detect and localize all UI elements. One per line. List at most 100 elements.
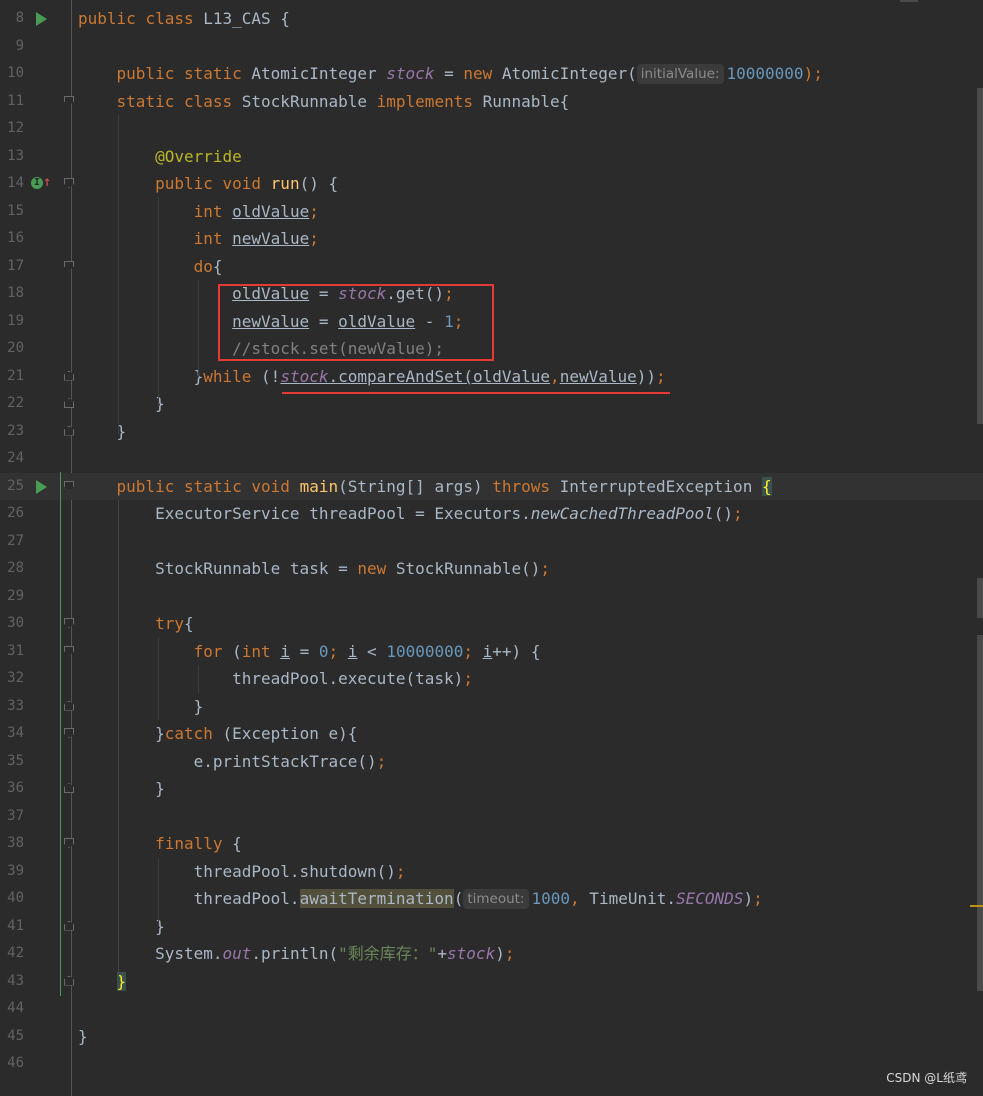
fold-icon[interactable]: [64, 783, 74, 793]
line-number[interactable]: 29: [0, 583, 24, 611]
line-number[interactable]: 36: [0, 775, 24, 803]
fold-icon[interactable]: [64, 95, 74, 106]
code-text[interactable]: }catch (Exception e){: [78, 720, 357, 748]
code-text[interactable]: }: [78, 1023, 88, 1051]
code-line[interactable]: 29: [0, 583, 983, 611]
code-line[interactable]: 40 threadPool.awaitTermination(timeout: 1…: [0, 885, 983, 913]
line-number[interactable]: 8: [0, 5, 24, 33]
line-number[interactable]: 21: [0, 363, 24, 391]
fold-icon[interactable]: [64, 480, 74, 491]
code-line[interactable]: 14 I ↑ public void run() {: [0, 170, 983, 198]
code-line[interactable]: 10 public static AtomicInteger stock = n…: [0, 60, 983, 88]
scrollbar-segment[interactable]: [977, 635, 983, 991]
code-text[interactable]: public static void main(String[] args) t…: [78, 473, 772, 501]
line-number[interactable]: 44: [0, 995, 24, 1023]
code-line[interactable]: 44: [0, 995, 983, 1023]
code-text[interactable]: threadPool.awaitTermination(timeout: 1000…: [78, 885, 763, 913]
line-number[interactable]: 27: [0, 528, 24, 556]
fold-icon[interactable]: [64, 920, 74, 931]
line-number[interactable]: 28: [0, 555, 24, 583]
line-number[interactable]: 46: [0, 1050, 24, 1078]
code-text[interactable]: public class L13_CAS {: [78, 5, 290, 33]
code-text[interactable]: @Override: [78, 143, 242, 171]
line-number[interactable]: 24: [0, 445, 24, 473]
code-line[interactable]: 23 }: [0, 418, 983, 446]
implements-icon[interactable]: I: [31, 177, 43, 189]
line-number[interactable]: 25: [0, 473, 24, 501]
line-number[interactable]: 31: [0, 638, 24, 666]
line-number[interactable]: 18: [0, 280, 24, 308]
line-number[interactable]: 40: [0, 885, 24, 913]
code-line[interactable]: 24: [0, 445, 983, 473]
fold-icon[interactable]: [64, 838, 74, 848]
code-text[interactable]: }while (!stock.compareAndSet(oldValue,ne…: [78, 363, 666, 391]
run-icon[interactable]: [36, 12, 47, 26]
code-line[interactable]: 38 finally {: [0, 830, 983, 858]
code-text[interactable]: }: [78, 693, 204, 721]
fold-icon[interactable]: [64, 260, 74, 271]
code-text[interactable]: threadPool.execute(task);: [78, 665, 473, 693]
code-text[interactable]: }: [78, 390, 165, 418]
code-line[interactable]: 28 StockRunnable task = new StockRunnabl…: [0, 555, 983, 583]
line-number[interactable]: 12: [0, 115, 24, 143]
code-text[interactable]: static class StockRunnable implements Ru…: [78, 88, 570, 116]
line-number[interactable]: 26: [0, 500, 24, 528]
code-line[interactable]: 37: [0, 803, 983, 831]
code-line[interactable]: 45}: [0, 1023, 983, 1051]
code-line[interactable]: 42 System.out.println("剩余库存："+stock);: [0, 940, 983, 968]
code-line[interactable]: 9: [0, 33, 983, 61]
code-line[interactable]: 39 threadPool.shutdown();: [0, 858, 983, 886]
line-number[interactable]: 34: [0, 720, 24, 748]
line-number[interactable]: 10: [0, 60, 24, 88]
code-text[interactable]: }: [78, 775, 165, 803]
line-number[interactable]: 23: [0, 418, 24, 446]
code-line[interactable]: 31 for (int i = 0; i < 10000000; i++) {: [0, 638, 983, 666]
scrollbar-thumb[interactable]: [977, 88, 983, 424]
line-number[interactable]: 32: [0, 665, 24, 693]
code-text[interactable]: }: [78, 913, 165, 941]
code-line[interactable]: 43 }: [0, 968, 983, 996]
line-number[interactable]: 35: [0, 748, 24, 776]
line-number[interactable]: 38: [0, 830, 24, 858]
scrollbar-segment[interactable]: [977, 578, 983, 618]
line-number[interactable]: 43: [0, 968, 24, 996]
code-text[interactable]: finally {: [78, 830, 242, 858]
line-number[interactable]: 22: [0, 390, 24, 418]
fold-icon[interactable]: [64, 425, 74, 436]
code-text[interactable]: threadPool.shutdown();: [78, 858, 406, 886]
code-text[interactable]: try{: [78, 610, 194, 638]
line-number[interactable]: 15: [0, 198, 24, 226]
code-line[interactable]: 22 }: [0, 390, 983, 418]
code-line[interactable]: 11 static class StockRunnable implements…: [0, 88, 983, 116]
line-number[interactable]: 33: [0, 693, 24, 721]
fold-icon[interactable]: [64, 370, 74, 381]
code-text[interactable]: System.out.println("剩余库存："+stock);: [78, 940, 514, 968]
warning-marker[interactable]: [970, 905, 983, 907]
code-text[interactable]: public static AtomicInteger stock = new …: [78, 60, 823, 88]
line-number[interactable]: 37: [0, 803, 24, 831]
code-line[interactable]: 26 ExecutorService threadPool = Executor…: [0, 500, 983, 528]
code-line[interactable]: 30 try{: [0, 610, 983, 638]
code-line[interactable]: 34 }catch (Exception e){: [0, 720, 983, 748]
code-text[interactable]: ExecutorService threadPool = Executors.n…: [78, 500, 743, 528]
code-line[interactable]: 27: [0, 528, 983, 556]
code-text[interactable]: int newValue;: [78, 225, 319, 253]
fold-icon[interactable]: [64, 728, 74, 738]
code-line[interactable]: 12: [0, 115, 983, 143]
line-number[interactable]: 30: [0, 610, 24, 638]
code-line[interactable]: 21 }while (!stock.compareAndSet(oldValue…: [0, 363, 983, 391]
code-text[interactable]: e.printStackTrace();: [78, 748, 387, 776]
code-line[interactable]: 25 public static void main(String[] args…: [0, 472, 983, 501]
code-line[interactable]: 16 int newValue;: [0, 225, 983, 253]
line-number[interactable]: 16: [0, 225, 24, 253]
line-number[interactable]: 17: [0, 253, 24, 281]
code-line[interactable]: 17 do{: [0, 253, 983, 281]
line-number[interactable]: 19: [0, 308, 24, 336]
fold-icon[interactable]: [64, 975, 74, 986]
line-number[interactable]: 20: [0, 335, 24, 363]
fold-icon[interactable]: [64, 178, 74, 188]
line-number[interactable]: 9: [0, 33, 24, 61]
line-number[interactable]: 39: [0, 858, 24, 886]
code-line[interactable]: 35 e.printStackTrace();: [0, 748, 983, 776]
line-number[interactable]: 42: [0, 940, 24, 968]
